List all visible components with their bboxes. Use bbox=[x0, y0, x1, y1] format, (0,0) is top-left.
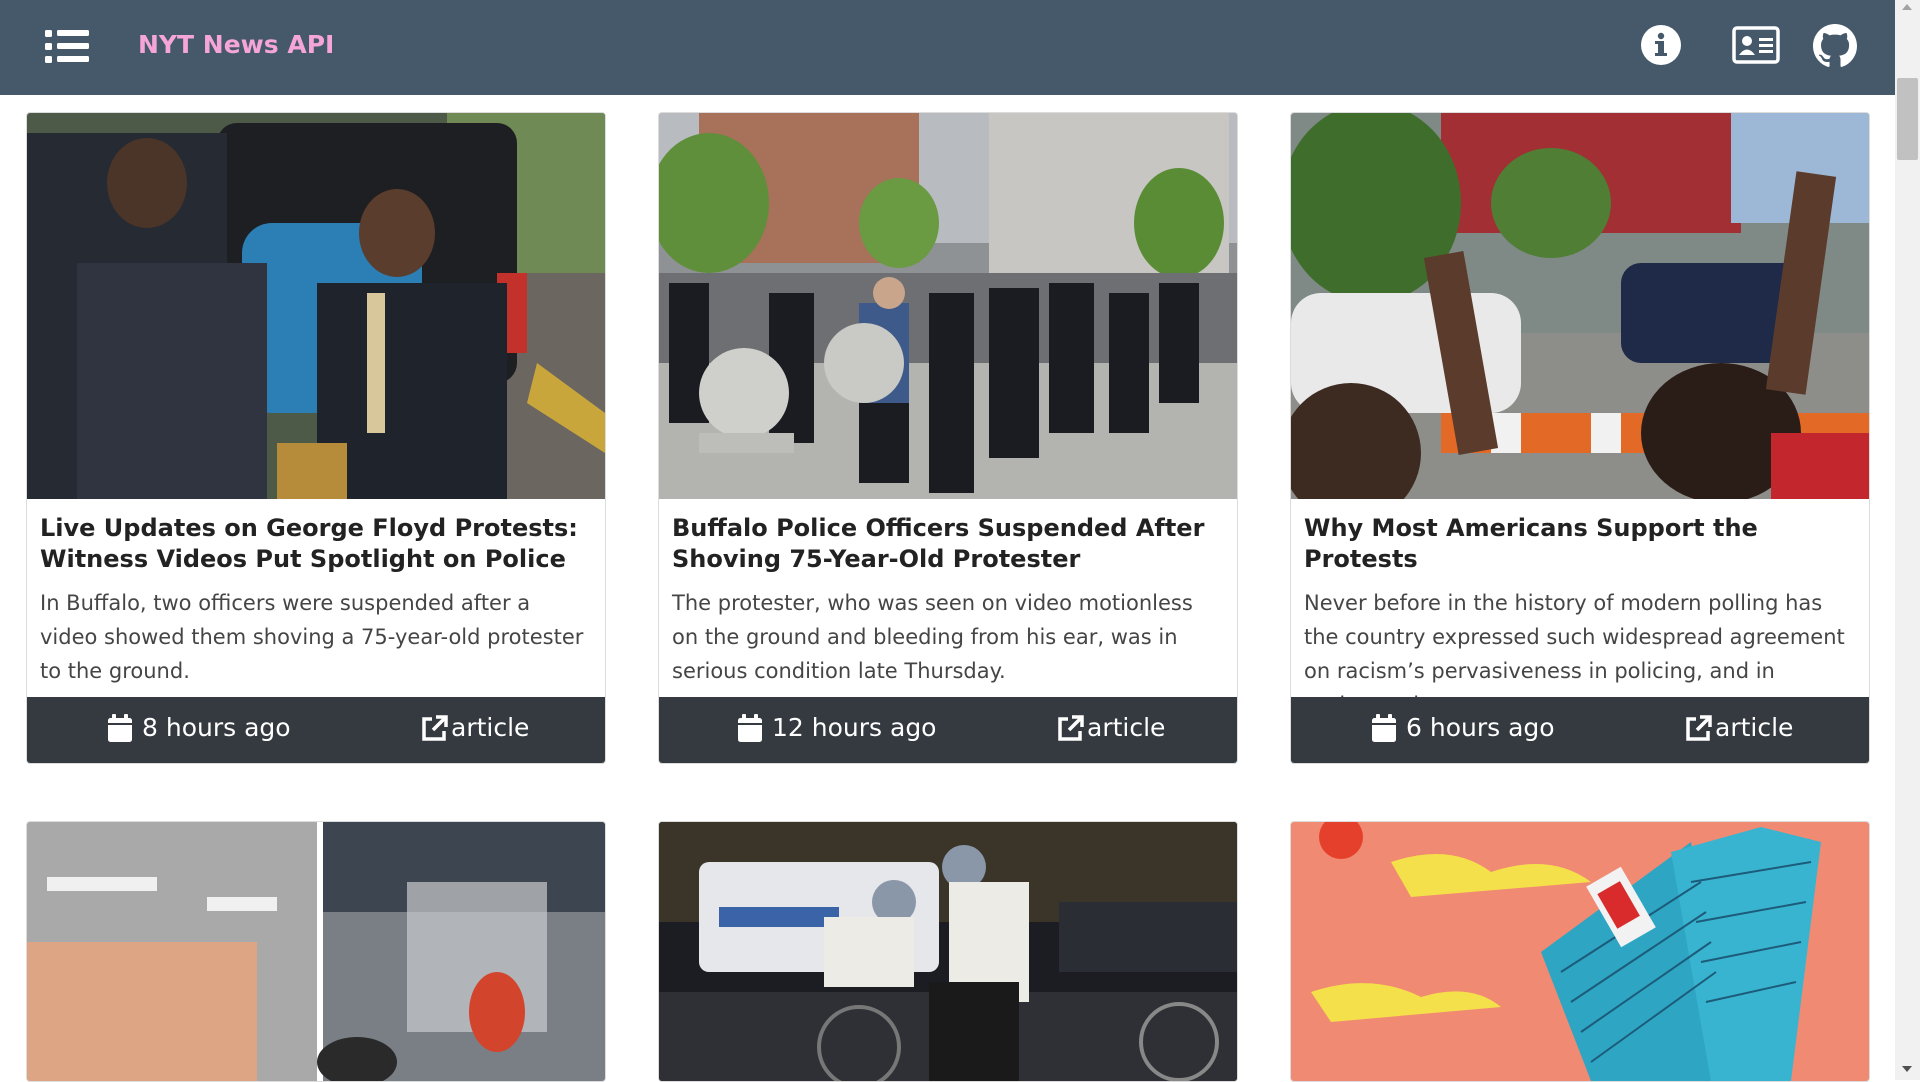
external-link-icon bbox=[1058, 714, 1084, 741]
card-abstract: The protester, who was seen on video mot… bbox=[672, 591, 1193, 683]
article-card: Buffalo Police Officers Suspended After … bbox=[658, 112, 1238, 764]
time-label: 12 hours ago bbox=[772, 713, 937, 742]
scrollbar-thumb[interactable] bbox=[1897, 78, 1918, 160]
top-navbar: NYT News API bbox=[0, 0, 1895, 95]
card-footer: 8 hours ago article bbox=[27, 697, 605, 763]
article-image[interactable] bbox=[27, 822, 605, 1081]
card-title[interactable]: Live Updates on George Floyd Protests: W… bbox=[40, 513, 592, 575]
article-card bbox=[1290, 821, 1870, 1082]
card-body: Live Updates on George Floyd Protests: W… bbox=[27, 499, 605, 697]
brand-title[interactable]: NYT News API bbox=[138, 30, 334, 59]
scrollbar-track[interactable] bbox=[1895, 0, 1920, 1080]
info-circle-icon[interactable] bbox=[1640, 24, 1682, 66]
card-footer: 12 hours ago article bbox=[659, 697, 1237, 763]
card-body: Why Most Americans Support the Protests … bbox=[1291, 499, 1869, 717]
link-label[interactable]: article bbox=[451, 713, 529, 742]
article-card: Live Updates on George Floyd Protests: W… bbox=[26, 112, 606, 764]
external-link-icon bbox=[422, 714, 448, 741]
time-label: 6 hours ago bbox=[1406, 713, 1555, 742]
time-label: 8 hours ago bbox=[142, 713, 291, 742]
article-image[interactable] bbox=[27, 113, 605, 499]
github-icon[interactable] bbox=[1813, 24, 1857, 68]
list-icon[interactable] bbox=[45, 28, 89, 64]
article-image[interactable] bbox=[1291, 113, 1869, 499]
article-link[interactable]: article bbox=[1057, 713, 1165, 742]
calendar-icon bbox=[738, 713, 762, 742]
external-link-icon bbox=[1686, 714, 1712, 741]
card-title[interactable]: Why Most Americans Support the Protests bbox=[1304, 513, 1856, 575]
published-time: 8 hours ago bbox=[108, 713, 291, 742]
card-title[interactable]: Buffalo Police Officers Suspended After … bbox=[672, 513, 1224, 575]
calendar-icon bbox=[1372, 713, 1396, 742]
published-time: 6 hours ago bbox=[1372, 713, 1555, 742]
card-abstract: In Buffalo, two officers were suspended … bbox=[40, 591, 584, 683]
article-image[interactable] bbox=[1291, 822, 1869, 1081]
scroll-up-arrow[interactable] bbox=[1902, 4, 1912, 10]
article-link[interactable]: article bbox=[1685, 713, 1793, 742]
article-card bbox=[26, 821, 606, 1082]
article-card: Why Most Americans Support the Protests … bbox=[1290, 112, 1870, 764]
card-body: Buffalo Police Officers Suspended After … bbox=[659, 499, 1237, 697]
article-image[interactable] bbox=[659, 822, 1237, 1081]
card-footer: 6 hours ago article bbox=[1291, 697, 1869, 763]
article-link[interactable]: article bbox=[421, 713, 529, 742]
calendar-icon bbox=[108, 713, 132, 742]
article-card bbox=[658, 821, 1238, 1082]
published-time: 12 hours ago bbox=[738, 713, 936, 742]
link-label[interactable]: article bbox=[1715, 713, 1793, 742]
contact-card-icon[interactable] bbox=[1732, 26, 1780, 64]
scroll-down-arrow[interactable] bbox=[1902, 1066, 1912, 1072]
article-image[interactable] bbox=[659, 113, 1237, 499]
link-label[interactable]: article bbox=[1087, 713, 1165, 742]
